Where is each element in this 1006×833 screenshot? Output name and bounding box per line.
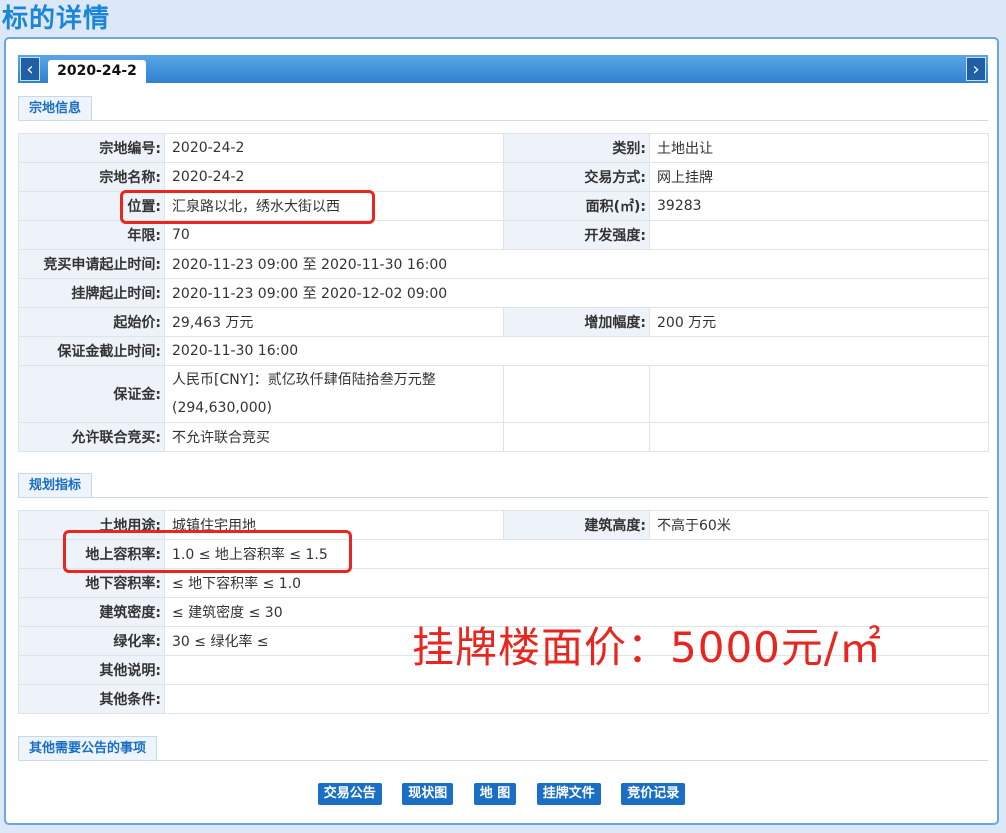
deposit-deadline-label: 保证金截止时间: [18, 336, 165, 366]
table-row: 其他条件: [18, 684, 989, 714]
table-row: 地上容积率: 1.0 ≤ 地上容积率 ≤ 1.5 [18, 539, 989, 569]
trade-mode-value: 网上挂牌 [649, 162, 989, 192]
category-label: 类别: [503, 133, 650, 163]
table-row: 位置: 汇泉路以北，绣水大街以西 面积(㎡): 39283 [18, 191, 989, 221]
joint-bid-label: 允许联合竞买: [18, 422, 165, 452]
apply-period-value: 2020-11-23 09:00 至 2020-11-30 16:00 [164, 249, 989, 279]
other-desc-label: 其他说明: [18, 655, 165, 685]
chevron-right-icon[interactable]: › [966, 57, 986, 81]
map-button[interactable]: 地 图 [473, 783, 517, 805]
area-value: 39283 [649, 191, 989, 221]
page-title: 标的详情 [2, 4, 111, 34]
height-label: 建筑高度: [503, 510, 650, 540]
parcel-no-label: 宗地编号: [18, 133, 165, 163]
deposit-label: 保证金: [18, 365, 165, 423]
far-above-value: 1.0 ≤ 地上容积率 ≤ 1.5 [164, 539, 989, 569]
empty-cell [503, 422, 650, 452]
deposit-value-text: 人民币[CNY]：贰亿玖仟肆佰陆拾叁万元整 [172, 372, 436, 388]
green-label: 绿化率: [18, 626, 165, 656]
table-row: 年限: 70 开发强度: [18, 220, 989, 250]
joint-bid-value: 不允许联合竞买 [164, 422, 504, 452]
trade-mode-label: 交易方式: [503, 162, 650, 192]
dev-intensity-value [649, 220, 989, 250]
land-info-table: 宗地编号: 2020-24-2 类别: 土地出让 宗地名称: 2020-24-2… [18, 133, 989, 452]
increment-value: 200 万元 [649, 307, 989, 337]
location-label: 位置: [18, 191, 165, 221]
section-other: 其他需要公告的事项 [18, 736, 988, 761]
parcel-name-label: 宗地名称: [18, 162, 165, 192]
detail-panel: ‹ 2020-24-2 › 宗地信息 宗地编号: 2020-24-2 类别: 土… [4, 37, 999, 825]
dev-intensity-label: 开发强度: [503, 220, 650, 250]
far-above-label: 地上容积率: [18, 539, 165, 569]
section-tab-land-info[interactable]: 宗地信息 [18, 96, 93, 120]
section-planning: 规划指标 [18, 473, 988, 498]
table-row: 土地用途: 城镇住宅用地 建筑高度: 不高于60米 [18, 510, 989, 540]
status-map-button[interactable]: 现状图 [402, 783, 454, 805]
notice-button[interactable]: 交易公告 [317, 783, 382, 805]
other-cond-value [164, 684, 989, 714]
table-row: 保证金截止时间: 2020-11-30 16:00 [18, 336, 989, 366]
bid-record-button[interactable]: 竞价记录 [621, 783, 686, 805]
category-value: 土地出让 [649, 133, 989, 163]
density-label: 建筑密度: [18, 597, 165, 627]
increment-label: 增加幅度: [503, 307, 650, 337]
land-use-value: 城镇住宅用地 [164, 510, 504, 540]
action-buttons: 交易公告 现状图 地 图 挂牌文件 竞价记录 [6, 783, 997, 805]
listing-docs-button[interactable]: 挂牌文件 [536, 783, 601, 805]
area-label: 面积(㎡): [503, 191, 650, 221]
term-value: 70 [164, 220, 504, 250]
listing-period-label: 挂牌起止时间: [18, 278, 165, 308]
empty-cell [649, 422, 989, 452]
empty-cell [649, 365, 989, 423]
listing-period-value: 2020-11-23 09:00 至 2020-12-02 09:00 [164, 278, 989, 308]
chevron-left-icon[interactable]: ‹ [20, 57, 40, 81]
height-value: 不高于60米 [649, 510, 989, 540]
other-cond-label: 其他条件: [18, 684, 165, 714]
apply-period-label: 竞买申请起止时间: [18, 249, 165, 279]
floor-price-annotation: 挂牌楼面价：5000元/㎡ [412, 623, 883, 672]
table-row: 起始价: 29,463 万元 增加幅度: 200 万元 [18, 307, 989, 337]
table-row: 竞买申请起止时间: 2020-11-23 09:00 至 2020-11-30 … [18, 249, 989, 279]
location-value: 汇泉路以北，绣水大街以西 [164, 191, 504, 221]
parcel-name-value: 2020-24-2 [164, 162, 504, 192]
table-row: 保证金: 人民币[CNY]：贰亿玖仟肆佰陆拾叁万元整 (294,630,000) [18, 365, 989, 423]
tab-bar: ‹ 2020-24-2 › [18, 55, 988, 83]
section-tab-other[interactable]: 其他需要公告的事项 [18, 736, 158, 760]
section-land-info: 宗地信息 [18, 96, 988, 121]
table-row: 允许联合竞买: 不允许联合竞买 [18, 422, 989, 452]
table-row: 宗地名称: 2020-24-2 交易方式: 网上挂牌 [18, 162, 989, 192]
far-below-value: ≤ 地下容积率 ≤ 1.0 [164, 568, 989, 598]
deposit-value: 人民币[CNY]：贰亿玖仟肆佰陆拾叁万元整 (294,630,000) [164, 365, 504, 423]
table-row: 挂牌起止时间: 2020-11-23 09:00 至 2020-12-02 09… [18, 278, 989, 308]
section-tab-planning[interactable]: 规划指标 [18, 473, 93, 497]
start-price-value: 29,463 万元 [164, 307, 504, 337]
table-row: 地下容积率: ≤ 地下容积率 ≤ 1.0 [18, 568, 989, 598]
far-below-label: 地下容积率: [18, 568, 165, 598]
start-price-label: 起始价: [18, 307, 165, 337]
deposit-value-number: (294,630,000) [172, 400, 272, 416]
tab-parcel[interactable]: 2020-24-2 [48, 60, 146, 83]
empty-cell [503, 365, 650, 423]
table-row: 宗地编号: 2020-24-2 类别: 土地出让 [18, 133, 989, 163]
parcel-no-value: 2020-24-2 [164, 133, 504, 163]
deposit-deadline-value: 2020-11-30 16:00 [164, 336, 989, 366]
planning-table: 土地用途: 城镇住宅用地 建筑高度: 不高于60米 地上容积率: 1.0 ≤ 地… [18, 510, 989, 714]
land-use-label: 土地用途: [18, 510, 165, 540]
term-label: 年限: [18, 220, 165, 250]
